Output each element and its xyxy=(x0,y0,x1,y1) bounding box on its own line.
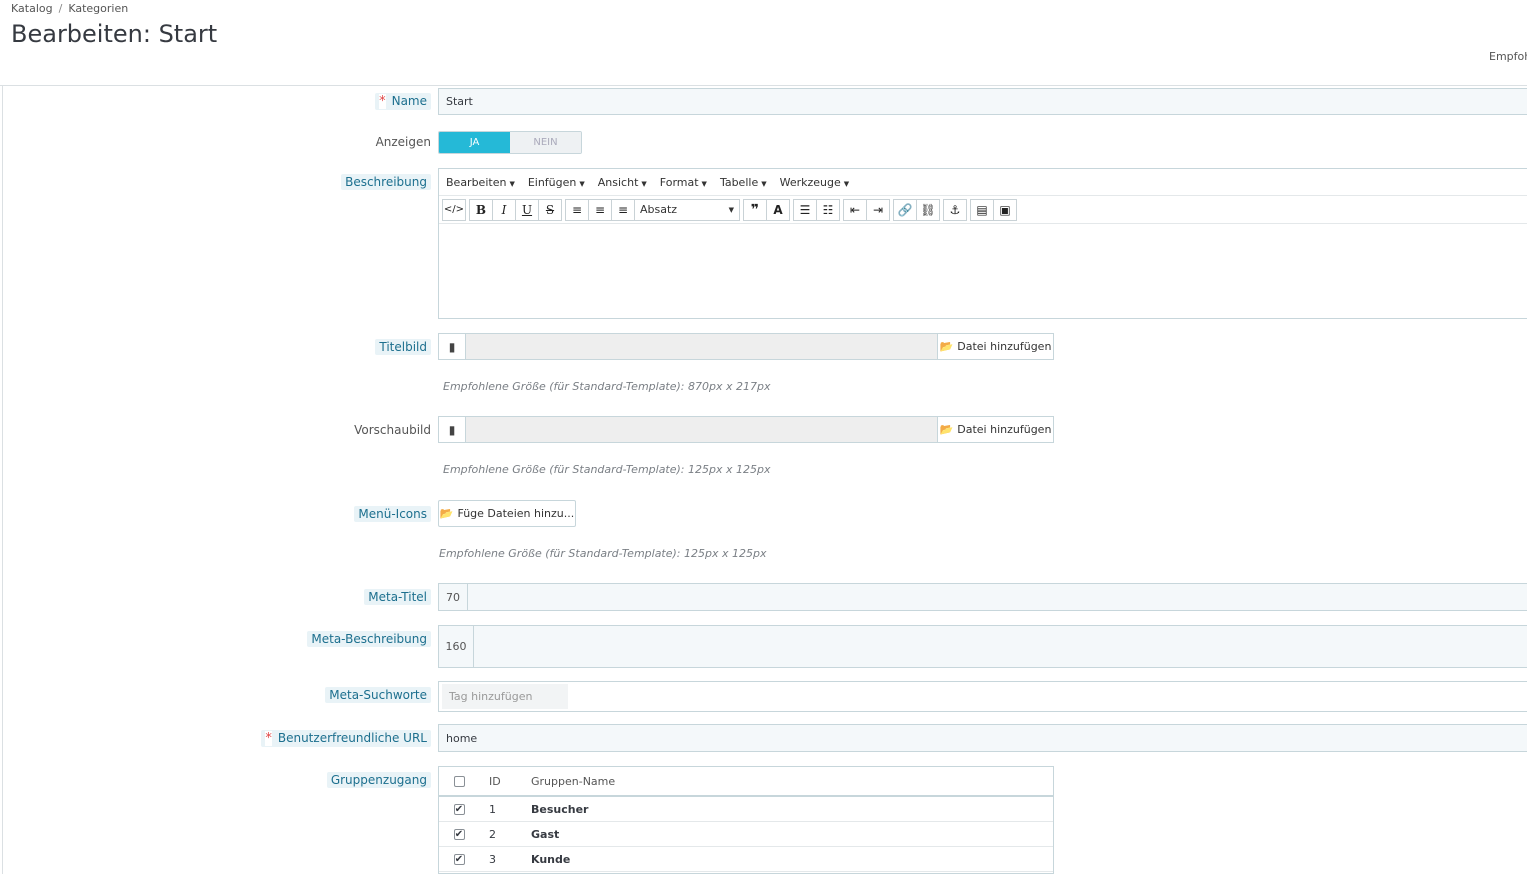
title-image-help: Empfohlene Größe (für Standard-Template)… xyxy=(443,380,771,393)
menu-einfuegen[interactable]: Einfügen ▼ xyxy=(528,176,585,189)
breadcrumb-categories[interactable]: Kategorien xyxy=(68,2,128,15)
meta-keywords-label: Meta-Suchworte xyxy=(325,687,431,703)
select-all-checkbox[interactable] xyxy=(453,775,465,787)
page-title: Bearbeiten: Start xyxy=(11,20,218,48)
image-icon[interactable]: ▣ xyxy=(993,198,1017,221)
description-editor: Bearbeiten ▼ Einfügen ▼ Ansicht ▼ Format ▼ T… xyxy=(438,168,1527,319)
anchor-icon[interactable]: ⚓ xyxy=(943,198,967,221)
meta-title-counter: 70 xyxy=(439,584,468,610)
display-yes-option[interactable]: JA xyxy=(439,132,510,153)
group-id: 2 xyxy=(489,827,496,841)
meta-description-counter: 160 xyxy=(439,626,474,667)
breadcrumb-catalog[interactable]: Katalog xyxy=(11,2,53,15)
breadcrumb-separator: / xyxy=(58,2,63,15)
editor-content-area[interactable] xyxy=(439,224,1527,318)
bold-icon[interactable]: B xyxy=(469,198,493,221)
file-icon: ▮ xyxy=(439,417,466,442)
friendly-url-label: * Benutzerfreundliche URL xyxy=(261,730,431,747)
category-form: * Name Start Anzeigen JA NEIN Beschreibun… xyxy=(2,86,1527,874)
table-row: ✔ 1 Besucher xyxy=(439,797,1053,822)
editor-toolbar: </> B I U S ≡ ≡ ≡ Absatz ▼ ❞ A ☰ ☷ ⇤ ⇥ 🔗 … xyxy=(439,196,1527,224)
title-image-add-button[interactable]: 📂 Datei hinzufügen xyxy=(937,334,1053,359)
underline-icon[interactable]: U xyxy=(515,198,539,221)
group-access-table: ID Gruppen-Name ✔ 1 Besucher ✔ 2 Gast ✔ … xyxy=(438,766,1054,874)
meta-description-field: 160 xyxy=(438,625,1527,668)
meta-description-label: Meta-Beschreibung xyxy=(307,631,431,647)
format-select[interactable]: Absatz ▼ xyxy=(634,198,740,221)
header-right-text: Empfoh xyxy=(1489,50,1527,63)
column-id: ID xyxy=(489,774,501,788)
editor-menubar: Bearbeiten ▼ Einfügen ▼ Ansicht ▼ Format ▼ T… xyxy=(439,169,1527,196)
bullet-list-icon[interactable]: ☰ xyxy=(793,198,817,221)
menu-ansicht[interactable]: Ansicht ▼ xyxy=(598,176,647,189)
meta-title-input[interactable] xyxy=(468,584,1527,610)
align-left-icon[interactable]: ≡ xyxy=(565,198,589,221)
source-code-icon[interactable]: </> xyxy=(442,198,466,221)
menu-werkzeuge[interactable]: Werkzeuge ▼ xyxy=(780,176,850,189)
meta-title-field: 70 xyxy=(438,583,1527,611)
unlink-icon[interactable]: ⛓ xyxy=(916,198,940,221)
group-id: 3 xyxy=(489,852,496,866)
link-icon[interactable]: 🔗 xyxy=(893,198,917,221)
group-checkbox[interactable]: ✔ xyxy=(453,828,465,840)
table-header: ID Gruppen-Name xyxy=(439,767,1053,797)
media-icon[interactable]: ▤ xyxy=(970,198,994,221)
table-row: ✔ 2 Gast xyxy=(439,822,1053,847)
preview-image-add-button[interactable]: 📂 Datei hinzufügen xyxy=(937,417,1053,442)
strikethrough-icon[interactable]: S xyxy=(538,198,562,221)
preview-image-filename[interactable] xyxy=(466,417,937,442)
display-label: Anzeigen xyxy=(375,135,431,149)
title-image-label: Titelbild xyxy=(375,339,431,355)
name-label: * Name xyxy=(375,93,431,110)
menu-icons-label: Menü-Icons xyxy=(354,506,431,522)
group-name: Gast xyxy=(531,827,560,841)
title-image-upload: ▮ 📂 Datei hinzufügen xyxy=(438,333,1054,360)
numbered-list-icon[interactable]: ☷ xyxy=(816,198,840,221)
folder-open-icon: 📂 xyxy=(939,423,954,436)
preview-image-label: Vorschaubild xyxy=(354,423,431,437)
display-no-option[interactable]: NEIN xyxy=(510,132,581,153)
breadcrumb: Katalog / Kategorien xyxy=(11,2,128,15)
group-id: 1 xyxy=(489,802,496,816)
blockquote-icon[interactable]: ❞ xyxy=(743,198,767,221)
group-checkbox[interactable]: ✔ xyxy=(453,853,465,865)
folder-open-icon: 📂 xyxy=(939,340,954,353)
align-center-icon[interactable]: ≡ xyxy=(588,198,612,221)
menu-bearbeiten[interactable]: Bearbeiten ▼ xyxy=(446,176,515,189)
menu-icons-help: Empfohlene Größe (für Standard-Template)… xyxy=(439,547,767,560)
meta-keywords-input[interactable]: Tag hinzufügen xyxy=(442,684,568,709)
title-image-filename[interactable] xyxy=(466,334,937,359)
page-header: Katalog / Kategorien Bearbeiten: Start Emp… xyxy=(0,0,1527,86)
column-group-name: Gruppen-Name xyxy=(531,774,616,788)
outdent-icon[interactable]: ⇤ xyxy=(843,198,867,221)
align-right-icon[interactable]: ≡ xyxy=(611,198,635,221)
menu-format[interactable]: Format ▼ xyxy=(660,176,707,189)
text-color-icon[interactable]: A xyxy=(766,198,790,221)
italic-icon[interactable]: I xyxy=(492,198,516,221)
meta-description-input[interactable] xyxy=(474,626,1527,667)
friendly-url-input[interactable]: home xyxy=(438,724,1527,752)
menu-tabelle[interactable]: Tabelle ▼ xyxy=(720,176,767,189)
description-label: Beschreibung xyxy=(341,174,431,190)
file-icon: ▮ xyxy=(439,334,466,359)
preview-image-upload: ▮ 📂 Datei hinzufügen xyxy=(438,416,1054,443)
group-checkbox[interactable]: ✔ xyxy=(453,803,465,815)
folder-open-icon: 📂 xyxy=(439,507,454,520)
name-input[interactable]: Start xyxy=(438,88,1527,115)
indent-icon[interactable]: ⇥ xyxy=(866,198,890,221)
required-mark: * xyxy=(379,94,386,109)
group-name: Kunde xyxy=(531,852,571,866)
display-toggle[interactable]: JA NEIN xyxy=(438,131,582,154)
group-name: Besucher xyxy=(531,802,589,816)
group-access-label: Gruppenzugang xyxy=(326,772,431,788)
meta-title-label: Meta-Titel xyxy=(364,589,431,605)
preview-image-help: Empfohlene Größe (für Standard-Template)… xyxy=(443,463,771,476)
table-row: ✔ 3 Kunde xyxy=(439,847,1053,872)
required-mark: * xyxy=(265,731,272,746)
menu-icons-add-button[interactable]: 📂 Füge Dateien hinzu... xyxy=(438,500,576,527)
meta-keywords-field: Tag hinzufügen xyxy=(438,681,1527,712)
